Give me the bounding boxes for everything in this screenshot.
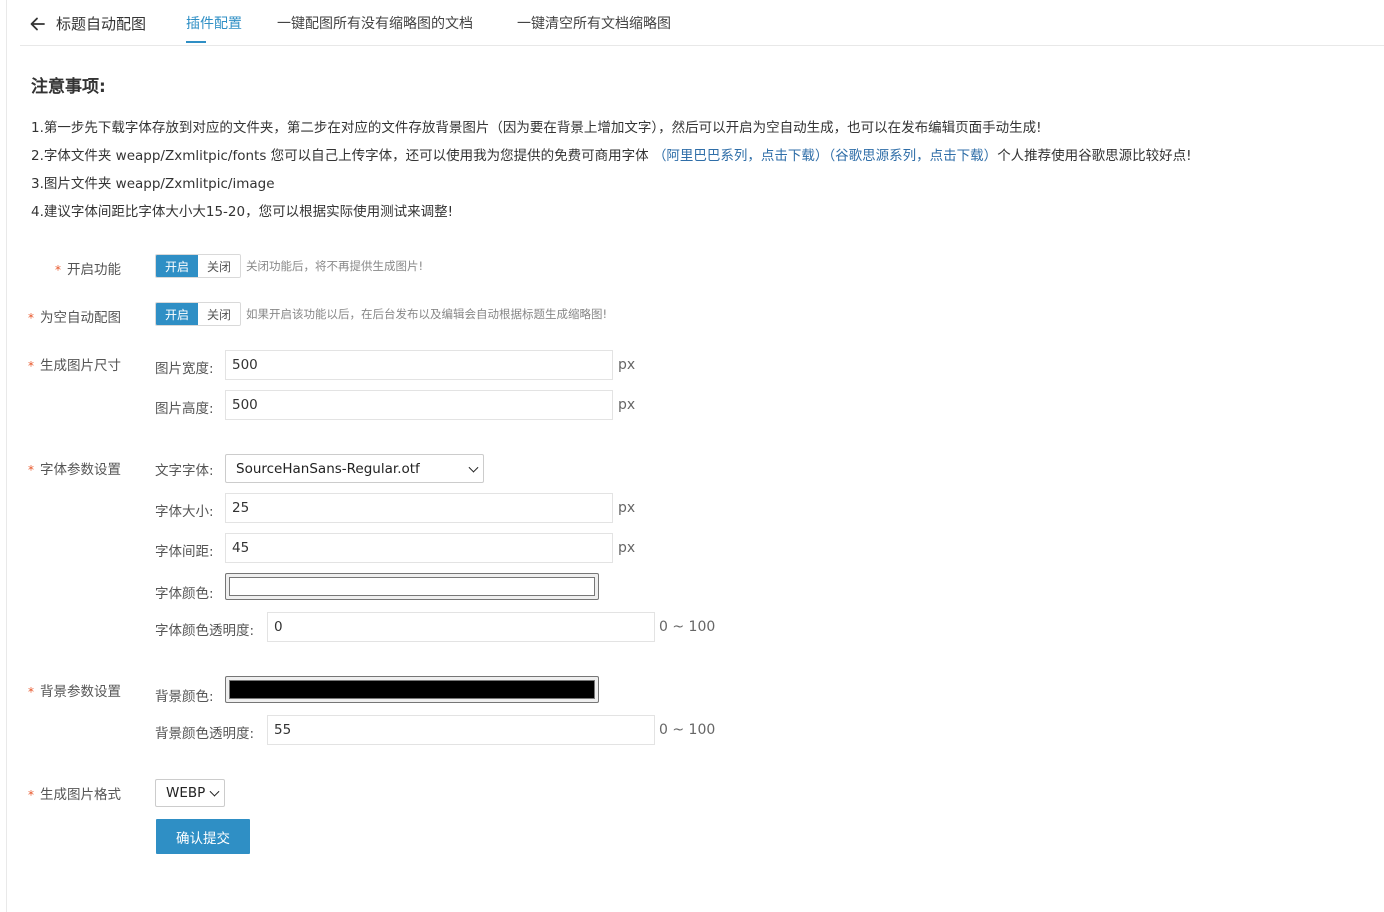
tab-batch-generate[interactable]: 一键配图所有没有缩略图的文档	[277, 13, 473, 33]
google-font-link[interactable]: （谷歌思源系列，点击下载）	[828, 148, 997, 164]
format-label-text: 生成图片格式	[40, 787, 121, 803]
notice-line-3: 3.图片文件夹 weapp/Zxmlitpic/image	[31, 176, 275, 192]
notice-line-4: 4.建议字体间距比字体大小大15-20，您可以根据实际使用测试来调整!	[31, 204, 454, 220]
height-unit: px	[618, 397, 636, 413]
notice-title: 注意事项:	[31, 77, 106, 97]
format-label: * 生成图片格式	[1, 783, 121, 803]
font-opacity-range: 0 ~ 100	[659, 619, 716, 635]
notice-line-1: 1.第一步先下载字体存放到对应的文件夹，第二步在对应的文件存放背景图片（因为要在…	[31, 120, 1042, 136]
auto-on-button[interactable]: 开启	[156, 303, 198, 325]
arrow-left-icon[interactable]	[28, 14, 48, 34]
tab-batch-clear[interactable]: 一键清空所有文档缩略图	[517, 13, 671, 33]
required-mark: *	[28, 788, 34, 802]
enable-off-button[interactable]: 关闭	[198, 255, 240, 277]
font-spacing-unit: px	[618, 540, 636, 556]
height-input[interactable]	[225, 390, 613, 420]
chevron-down-icon	[468, 462, 479, 473]
tab-plugin-config[interactable]: 插件配置	[186, 13, 242, 33]
font-size-label: 字体大小:	[155, 504, 214, 520]
font-opacity-label: 字体颜色透明度:	[155, 623, 255, 639]
font-spacing-label: 字体间距:	[155, 544, 214, 560]
bg-color-label: 背景颜色:	[155, 689, 214, 705]
bg-opacity-label: 背景颜色透明度:	[155, 726, 255, 742]
font-color-picker[interactable]	[225, 573, 599, 600]
required-mark: *	[28, 463, 34, 477]
enable-on-button[interactable]: 开启	[156, 255, 198, 277]
active-tab-indicator	[186, 41, 206, 43]
page-title: 标题自动配图	[56, 15, 147, 33]
bg-opacity-range: 0 ~ 100	[659, 722, 716, 738]
font-spacing-input[interactable]	[225, 533, 613, 563]
required-mark: *	[55, 263, 61, 277]
font-opacity-input[interactable]	[267, 612, 655, 642]
font-size-unit: px	[618, 500, 636, 516]
required-mark: *	[28, 685, 34, 699]
font-settings-label: * 字体参数设置	[1, 458, 121, 478]
height-label: 图片高度:	[155, 401, 214, 417]
notice-line-2: 2.字体文件夹 weapp/Zxmlitpic/fonts 您可以自己上传字体，…	[31, 144, 1192, 164]
font-family-value: SourceHanSans-Regular.otf	[236, 460, 420, 477]
font-color-label: 字体颜色:	[155, 586, 214, 602]
top-nav: 标题自动配图 插件配置 一键配图所有没有缩略图的文档 一键清空所有文档缩略图	[20, 0, 1384, 46]
notice-line-2-suffix: 个人推荐使用谷歌思源比较好点!	[997, 148, 1192, 164]
auto-label-text: 为空自动配图	[40, 310, 121, 326]
required-mark: *	[28, 359, 34, 373]
size-label-text: 生成图片尺寸	[40, 358, 121, 374]
auto-label: * 为空自动配图	[1, 306, 121, 326]
notice-line-2-text: 2.字体文件夹 weapp/Zxmlitpic/fonts 您可以自己上传字体，…	[31, 148, 653, 164]
enable-label: * 开启功能	[1, 258, 121, 278]
width-unit: px	[618, 357, 636, 373]
enable-hint: 关闭功能后，将不再提供生成图片!	[246, 259, 424, 273]
background-settings-label: * 背景参数设置	[1, 680, 121, 700]
required-mark: *	[28, 311, 34, 325]
auto-hint: 如果开启该功能以后，在后台发布以及编辑会自动根据标题生成缩略图!	[246, 307, 608, 321]
bg-color-swatch	[229, 680, 595, 699]
bg-color-picker[interactable]	[225, 676, 599, 703]
font-size-input[interactable]	[225, 493, 613, 523]
auto-off-button[interactable]: 关闭	[198, 303, 240, 325]
submit-button[interactable]: 确认提交	[156, 819, 250, 854]
font-settings-label-text: 字体参数设置	[40, 462, 121, 478]
chevron-down-icon	[209, 786, 220, 797]
width-input[interactable]	[225, 350, 613, 380]
format-select[interactable]: WEBP	[155, 779, 225, 807]
bg-opacity-input[interactable]	[267, 715, 655, 745]
left-border	[6, 0, 7, 912]
font-family-label: 文字字体:	[155, 463, 214, 479]
font-family-select[interactable]: SourceHanSans-Regular.otf	[225, 454, 484, 483]
size-label: * 生成图片尺寸	[1, 354, 121, 374]
enable-label-text: 开启功能	[67, 262, 121, 278]
auto-toggle[interactable]: 开启 关闭	[155, 302, 241, 326]
format-value: WEBP	[166, 785, 206, 801]
width-label: 图片宽度:	[155, 361, 214, 377]
enable-toggle[interactable]: 开启 关闭	[155, 254, 241, 278]
background-settings-label-text: 背景参数设置	[40, 684, 121, 700]
font-color-swatch	[229, 577, 595, 596]
alibaba-font-link[interactable]: （阿里巴巴系列，点击下载）	[653, 148, 829, 164]
